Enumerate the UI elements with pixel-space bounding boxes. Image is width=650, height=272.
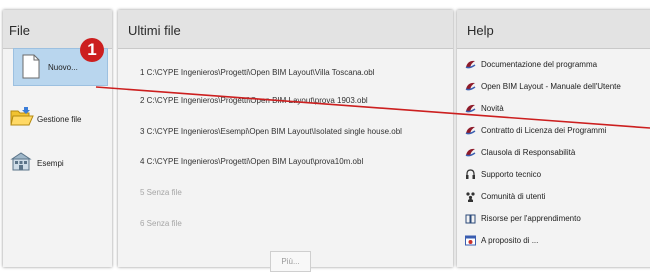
annotation-number-badge: 1 bbox=[80, 38, 104, 62]
